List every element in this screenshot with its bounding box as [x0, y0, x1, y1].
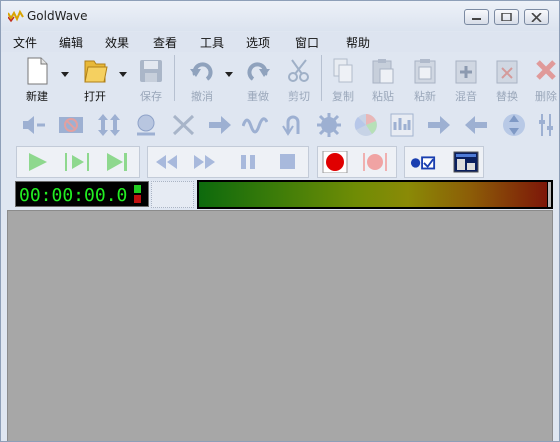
copy-button[interactable]: 复制 — [323, 55, 361, 103]
compress-icon[interactable] — [501, 112, 527, 138]
record-icon[interactable] — [322, 151, 348, 173]
replace-button[interactable]: 替换 — [487, 55, 525, 103]
menu-file[interactable]: 文件 — [13, 34, 37, 51]
menu-effects[interactable]: 效果 — [105, 34, 129, 51]
save-disk-icon — [140, 60, 162, 82]
play-selection-icon[interactable] — [64, 151, 90, 173]
save-label: 保存 — [140, 90, 162, 103]
undo-label: 撤消 — [191, 90, 213, 103]
time-readout: 00:00:00.0 — [19, 185, 128, 206]
effects-toolbar — [1, 105, 559, 145]
undo-curve-icon[interactable] — [280, 112, 306, 138]
level-meter-end — [548, 182, 551, 207]
redo-label: 重做 — [247, 90, 269, 103]
control-properties-icon[interactable] — [410, 151, 436, 173]
menu-options[interactable]: 选项 — [246, 34, 270, 51]
toolbar-separator — [174, 55, 175, 101]
level-meter-gradient — [199, 182, 547, 207]
title-bar: GoldWave — [1, 1, 559, 31]
copy-label: 复制 — [332, 90, 354, 103]
sphere-icon[interactable] — [133, 112, 159, 138]
open-folder-icon — [84, 60, 108, 83]
minimize-button[interactable] — [464, 9, 489, 25]
scissors-icon — [288, 59, 309, 82]
cut-button[interactable]: 剪切 — [279, 55, 317, 103]
open-button[interactable]: 打开 — [75, 55, 113, 103]
new-dropdown-icon[interactable] — [61, 72, 69, 78]
main-toolbar: 新建 打开 保存 撤消 重做 剪切 复制 粘贴 粘新 混音 替换 删除 — [1, 52, 559, 105]
mix-plus-icon — [455, 60, 477, 84]
menu-window[interactable]: 窗口 — [295, 34, 319, 51]
redo-button[interactable]: 重做 — [238, 55, 276, 103]
menu-bar: 文件 编辑 效果 查看 工具 选项 窗口 帮助 — [1, 32, 559, 52]
arrow-right-curve-icon[interactable] — [207, 112, 233, 138]
pause-icon[interactable] — [235, 151, 261, 173]
paste-clipboard-icon — [372, 59, 394, 84]
paste-label: 粘贴 — [372, 90, 394, 103]
workspace-area — [7, 210, 553, 441]
scissors-x-icon[interactable] — [171, 112, 197, 138]
close-button[interactable] — [524, 9, 549, 25]
redo-icon — [247, 62, 270, 81]
new-document-icon — [27, 57, 48, 85]
gear-icon[interactable] — [316, 112, 342, 138]
window-title: GoldWave — [27, 9, 88, 23]
paste-new-icon — [414, 59, 436, 84]
undo-icon — [190, 62, 213, 81]
open-label: 打开 — [84, 90, 106, 103]
rewind-icon[interactable] — [153, 151, 179, 173]
delete-label: 删除 — [535, 90, 557, 103]
paste-new-label: 粘新 — [414, 90, 436, 103]
app-window: GoldWave 文件 编辑 效果 查看 工具 选项 窗口 帮助 新建 打开 保… — [0, 0, 560, 442]
delete-x-icon — [536, 60, 556, 80]
replace-icon — [496, 60, 518, 84]
color-wheel-icon[interactable] — [353, 112, 379, 138]
sliders-icon[interactable] — [536, 112, 560, 138]
status-led-red — [134, 195, 141, 203]
arrow-right-icon[interactable] — [426, 112, 452, 138]
time-display: 00:00:00.0 — [15, 181, 149, 207]
new-label: 新建 — [26, 90, 48, 103]
maximize-icon — [501, 13, 512, 21]
mix-label: 混音 — [455, 90, 477, 103]
delete-button[interactable]: 删除 — [526, 55, 559, 103]
volume-left-icon[interactable] — [21, 112, 47, 138]
paste-new-button[interactable]: 粘新 — [405, 55, 443, 103]
undo-dropdown-icon[interactable] — [225, 72, 233, 78]
play-icon[interactable] — [25, 151, 51, 173]
save-button[interactable]: 保存 — [131, 55, 169, 103]
close-icon — [531, 13, 542, 22]
goldwave-logo-icon — [8, 9, 24, 23]
wave-icon[interactable] — [242, 112, 268, 138]
maximize-button[interactable] — [494, 9, 519, 25]
level-meter — [197, 180, 553, 209]
no-icon[interactable] — [58, 112, 84, 138]
fast-forward-icon[interactable] — [192, 151, 218, 173]
play-to-end-icon[interactable] — [104, 151, 130, 173]
menu-tools[interactable]: 工具 — [200, 34, 224, 51]
menu-help[interactable]: 帮助 — [346, 34, 370, 51]
cut-label: 剪切 — [288, 90, 310, 103]
minimize-icon — [472, 18, 481, 20]
arrow-left-icon[interactable] — [463, 112, 489, 138]
level-meter-icon[interactable] — [453, 151, 479, 173]
empty-status-panel — [151, 181, 194, 208]
stop-icon[interactable] — [275, 151, 301, 173]
toolbar-separator — [321, 55, 322, 101]
paste-button[interactable]: 粘贴 — [363, 55, 401, 103]
menu-edit[interactable]: 编辑 — [59, 34, 83, 51]
menu-view[interactable]: 查看 — [153, 34, 177, 51]
new-button[interactable]: 新建 — [17, 55, 55, 103]
mix-button[interactable]: 混音 — [446, 55, 484, 103]
record-selection-icon[interactable] — [362, 151, 388, 173]
equalizer-icon[interactable] — [389, 112, 415, 138]
open-dropdown-icon[interactable] — [119, 72, 127, 78]
replace-label: 替换 — [496, 90, 518, 103]
copy-icon — [333, 58, 353, 83]
undo-button[interactable]: 撤消 — [182, 55, 220, 103]
status-led-green — [134, 185, 141, 193]
vertical-arrows-icon[interactable] — [96, 112, 122, 138]
